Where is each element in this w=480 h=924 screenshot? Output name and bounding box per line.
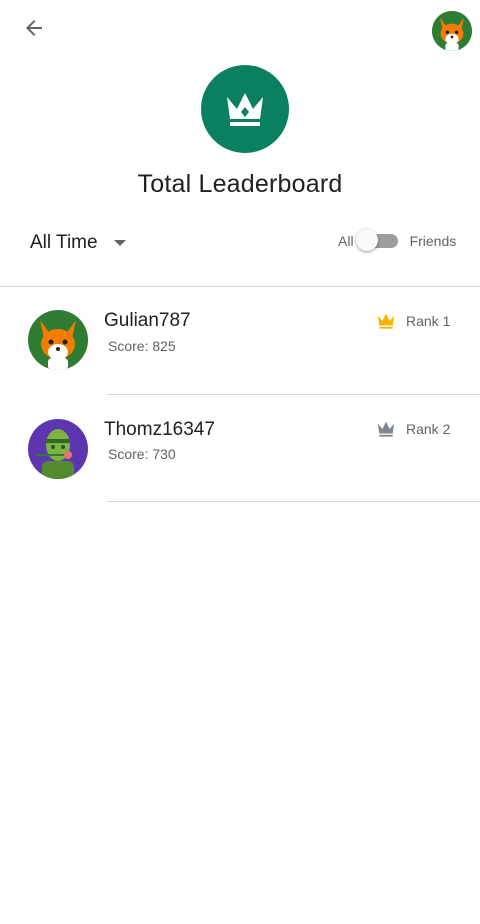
rank-label: Rank 1	[406, 313, 451, 329]
player-score: Score: 730	[108, 446, 176, 462]
toggle-thumb	[355, 229, 378, 251]
arrow-left-icon	[26, 20, 42, 36]
avatar	[28, 310, 88, 370]
player-name: Thomz16347	[104, 419, 215, 440]
row-divider	[107, 394, 480, 395]
zombie-avatar-icon	[28, 419, 88, 479]
chevron-down-icon	[113, 240, 126, 246]
rank-badge: Rank 1	[376, 312, 450, 330]
friends-filter: All Friends	[338, 229, 457, 251]
player-name: Gulian787	[104, 310, 191, 331]
toggle-friends-label: Friends	[409, 233, 457, 249]
fox-avatar-icon	[28, 310, 88, 370]
fox-avatar-icon	[432, 11, 472, 51]
rank-label: Rank 2	[406, 421, 451, 437]
avatar	[28, 419, 88, 479]
crown-silver-icon	[377, 421, 395, 437]
toggle-all-label: All	[338, 233, 354, 249]
leaderboard-row[interactable]: Gulian787 Score: 825 Rank 1	[0, 288, 480, 396]
back-button[interactable]	[16, 12, 52, 44]
profile-avatar[interactable]	[432, 11, 472, 51]
crown-icon	[227, 93, 263, 126]
time-range-value: All Time	[30, 232, 98, 253]
rank-badge: Rank 2	[376, 420, 450, 438]
player-score: Score: 825	[108, 338, 176, 354]
leaderboard-row[interactable]: Thomz16347 Score: 730 Rank 2	[0, 396, 480, 504]
crown-gold-icon	[377, 313, 395, 329]
leaderboard-badge	[201, 65, 289, 153]
time-range-dropdown[interactable]: All Time	[30, 232, 126, 254]
all-friends-toggle[interactable]	[355, 229, 398, 251]
row-divider	[107, 501, 480, 502]
header-divider	[0, 286, 480, 287]
page-title: Total Leaderboard	[137, 170, 343, 198]
